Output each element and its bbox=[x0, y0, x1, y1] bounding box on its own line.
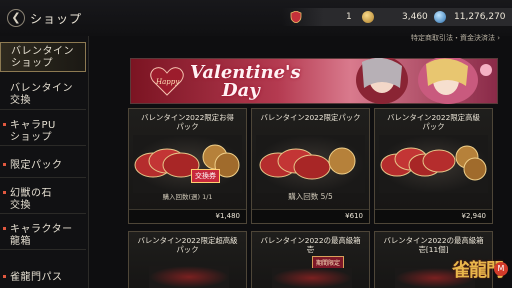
chest-icon bbox=[134, 144, 240, 178]
banner-happy-text: Happy bbox=[156, 78, 180, 86]
back-icon: ❮ bbox=[11, 11, 21, 24]
page-title: ショップ bbox=[30, 12, 83, 26]
price-label: ¥610 bbox=[345, 212, 363, 220]
price-bar: ¥610 bbox=[252, 209, 369, 223]
purchase-limit: 購入回数 5/5 bbox=[288, 192, 333, 201]
legal-link[interactable]: 特定商取引法・資金決済法 › bbox=[411, 33, 500, 43]
exchange-ticket-badge: 交換券 bbox=[191, 169, 220, 183]
currency-bar: 1 3,460 11,276,270 bbox=[282, 8, 512, 26]
sidebar-item-chara-pu-shop[interactable]: キャラPU ショップ bbox=[0, 118, 86, 146]
price-label: ¥2,940 bbox=[461, 212, 487, 220]
sidebar-item-character-dragon-box[interactable]: キャラクター 龍箱 bbox=[0, 222, 86, 250]
new-dot-icon bbox=[3, 163, 6, 166]
new-dot-icon bbox=[3, 123, 6, 126]
back-button[interactable]: ❮ bbox=[7, 9, 25, 27]
pack-card-limited[interactable]: バレンタイン2022限定パック 購入回数 5/5 ¥610 bbox=[251, 108, 370, 224]
pack-art bbox=[149, 266, 229, 288]
blue-orb-icon bbox=[434, 11, 446, 23]
chest-icon bbox=[380, 145, 487, 181]
m-logo-icon: M bbox=[494, 262, 508, 276]
pack-art bbox=[379, 135, 488, 193]
rank-badge-icon bbox=[290, 11, 302, 23]
character-art bbox=[356, 58, 492, 104]
new-dot-icon bbox=[3, 191, 6, 194]
pack-art bbox=[133, 135, 242, 193]
banner-title-line2: Day bbox=[222, 80, 260, 101]
pack-art bbox=[256, 135, 365, 193]
price-bar: ¥2,940 bbox=[375, 209, 492, 223]
sidebar-item-jyanryumon-pass[interactable]: 雀龍門パス bbox=[0, 270, 86, 288]
pack-card-premium[interactable]: バレンタイン2022限定高級 パック ¥2,940 bbox=[374, 108, 493, 224]
pack-card-super-premium[interactable]: バレンタイン2022限定超高級 パック bbox=[128, 231, 247, 288]
box-card-1[interactable]: バレンタイン2022の最高級箱 壱 期間限定 bbox=[251, 231, 370, 288]
orb-value: 11,276,270 bbox=[454, 12, 506, 22]
gold-coin-icon bbox=[362, 11, 374, 23]
sidebar-item-beast-stone-exchange[interactable]: 幻獣の石 交換 bbox=[0, 186, 86, 214]
rank-value: 1 bbox=[346, 12, 352, 22]
pack-card-deal[interactable]: バレンタイン2022限定お得 パック 交換券 購入回数(週) 1/1 ¥1,48… bbox=[128, 108, 247, 224]
new-dot-icon bbox=[3, 275, 6, 278]
price-label: ¥1,480 bbox=[215, 212, 241, 220]
new-dot-icon bbox=[3, 227, 6, 230]
pack-art bbox=[272, 268, 352, 288]
sidebar-divider bbox=[88, 36, 89, 288]
sidebar-item-valentine-exchange[interactable]: バレンタイン 交換 bbox=[0, 80, 86, 110]
sidebar-item-limited-pack[interactable]: 限定パック bbox=[0, 154, 86, 178]
purchase-limit: 購入回数(週) 1/1 bbox=[162, 193, 213, 201]
price-bar: ¥1,480 bbox=[129, 209, 246, 223]
chest-icon bbox=[259, 147, 356, 180]
gold-value: 3,460 bbox=[402, 12, 428, 22]
sidebar-item-valentine-shop[interactable]: バレンタイン ショップ bbox=[0, 42, 86, 72]
